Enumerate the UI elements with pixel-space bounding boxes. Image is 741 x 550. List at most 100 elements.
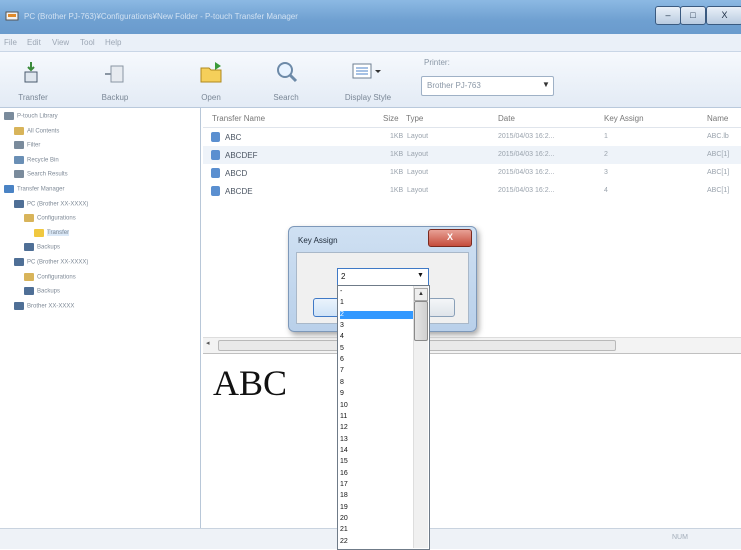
transfer-icon	[24, 62, 38, 83]
dropdown-option[interactable]: -	[340, 288, 413, 296]
cell-type: Layout	[407, 187, 429, 194]
column-date[interactable]: Date	[498, 114, 515, 123]
transfer-button[interactable]: Transfer	[3, 56, 63, 104]
dropdown-option[interactable]: 5	[340, 345, 413, 353]
cancel-button[interactable]	[428, 298, 455, 317]
dropdown-option[interactable]: 9	[340, 390, 413, 398]
dropdown-option[interactable]: 14	[340, 447, 413, 455]
menu-file[interactable]: File	[4, 38, 17, 47]
folder-icon	[24, 272, 34, 281]
tree-node[interactable]: P-touch Library	[4, 112, 58, 120]
folder-icon	[24, 287, 34, 296]
tree-node-label: All Contents	[27, 128, 60, 135]
cell-name: ABCDE	[225, 187, 253, 196]
tree-node-label: Backups	[37, 288, 61, 295]
dropdown-option[interactable]: 4	[340, 333, 413, 341]
tree-node[interactable]: PC (Brother XX-XXXX)	[14, 199, 88, 208]
folder-icon	[14, 155, 24, 164]
folder-icon	[14, 141, 24, 150]
tree-node-label: Transfer Manager	[17, 186, 65, 193]
key-assign-select[interactable]	[337, 268, 429, 286]
folder-icon	[14, 258, 24, 266]
display-style-icon	[352, 63, 381, 79]
tree-node-label: Search Results	[27, 171, 68, 178]
tree-node[interactable]: Backups	[24, 243, 61, 252]
cell-key: 3	[604, 169, 608, 176]
dropdown-option[interactable]: 1	[340, 299, 413, 307]
dropdown-option[interactable]: 11	[340, 413, 413, 421]
search-button[interactable]: Search	[256, 56, 316, 104]
dropdown-option[interactable]: 17	[340, 481, 413, 489]
status-num: NUM	[672, 534, 688, 541]
column-name[interactable]: Name	[707, 114, 728, 123]
scroll-up-icon[interactable]: ▲	[414, 288, 428, 301]
dropdown-option[interactable]: 8	[340, 379, 413, 387]
tree-node[interactable]: Transfer Manager	[4, 185, 64, 193]
tree-node[interactable]: Transfer	[34, 228, 70, 237]
table-row[interactable]	[203, 164, 741, 182]
cell-label: ABC[1]	[707, 169, 730, 176]
tree-node[interactable]: PC (Brother XX-XXXX)	[14, 258, 88, 266]
tree-node[interactable]: All Contents	[14, 126, 60, 135]
dropdown-option[interactable]: 7	[340, 367, 413, 375]
dropdown-option[interactable]: 6	[340, 356, 413, 364]
column-transfer-name[interactable]: Transfer Name	[212, 114, 265, 123]
cell-name: ABC	[225, 133, 242, 142]
tree-node-label: Configurations	[37, 274, 76, 281]
app-icon	[5, 11, 19, 21]
tree-node[interactable]: Filter	[14, 141, 41, 150]
transfer-label: Transfer	[18, 93, 48, 102]
maximize-button[interactable]: □	[680, 6, 706, 25]
dropdown-option[interactable]: 15	[340, 458, 413, 466]
dropdown-option[interactable]: 13	[340, 436, 413, 444]
menu-tool[interactable]: Tool	[80, 38, 95, 47]
tree-node-label: Filter	[27, 142, 41, 149]
tree-node-label: Backups	[37, 244, 61, 251]
tree-node[interactable]: Configurations	[24, 214, 76, 223]
folder-icon	[4, 185, 14, 193]
tree-node[interactable]: Configurations	[24, 272, 76, 281]
dialog-close-button[interactable]: X	[428, 229, 472, 247]
dropdown-option[interactable]: 18	[340, 492, 413, 500]
dropdown-option[interactable]: 3	[340, 322, 413, 330]
dropdown-option[interactable]: 16	[340, 470, 413, 478]
menu-help[interactable]: Help	[105, 38, 121, 47]
cell-key: 2	[604, 151, 608, 158]
dropdown-option[interactable]: 12	[340, 424, 413, 432]
layout-file-icon	[211, 168, 220, 178]
dropdown-option[interactable]: 22	[340, 538, 413, 546]
minimize-button[interactable]: –	[655, 6, 681, 25]
printer-value: Brother PJ-763	[427, 81, 481, 90]
tree-node[interactable]: Backups	[24, 287, 61, 296]
menu-edit[interactable]: Edit	[27, 38, 41, 47]
dropdown-scroll-thumb[interactable]	[414, 301, 428, 341]
display-style-button[interactable]: Display Style	[333, 56, 403, 104]
layout-file-icon	[211, 132, 220, 142]
column-type[interactable]: Type	[406, 114, 423, 123]
open-button[interactable]: Open	[181, 56, 241, 104]
dropdown-option[interactable]: 10	[340, 402, 413, 410]
dropdown-option[interactable]: 2	[340, 310, 413, 319]
tree-node[interactable]: Search Results	[14, 170, 68, 179]
menu-view[interactable]: View	[52, 38, 69, 47]
close-button[interactable]: X	[706, 6, 741, 25]
tree-node[interactable]: Recycle Bin	[14, 155, 59, 164]
dropdown-option[interactable]: 20	[340, 515, 413, 523]
table-row[interactable]	[203, 128, 741, 146]
dropdown-option[interactable]: 21	[340, 526, 413, 534]
table-row[interactable]	[203, 146, 741, 164]
scroll-left-icon[interactable]: ◂	[206, 339, 210, 347]
tree-node[interactable]: Brother XX-XXXX	[14, 301, 74, 310]
search-label: Search	[273, 93, 299, 102]
column-key-assign[interactable]: Key Assign	[604, 114, 644, 123]
key-assign-value: 2	[341, 272, 346, 281]
folder-icon	[34, 228, 44, 237]
cell-name: ABCDEF	[225, 151, 258, 160]
folder-icon	[14, 199, 24, 208]
column-size[interactable]: Size	[383, 114, 399, 123]
list-header	[203, 109, 741, 128]
backup-button[interactable]: Backup	[85, 56, 145, 104]
table-row[interactable]	[203, 182, 741, 200]
dropdown-option[interactable]: 19	[340, 504, 413, 512]
backup-icon	[105, 65, 124, 83]
